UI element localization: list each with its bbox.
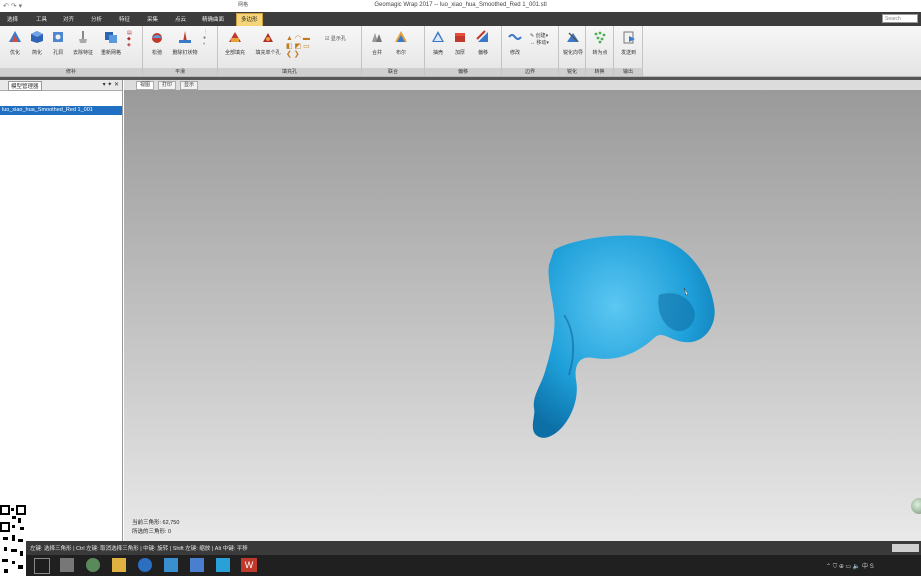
boundary-wave-icon: [508, 34, 522, 40]
tab-exact-surfaces[interactable]: 精确曲面: [202, 15, 224, 23]
start-icon[interactable]: [34, 558, 50, 574]
tab-features[interactable]: 特征: [119, 15, 130, 23]
modify-boundary-button[interactable]: 修改: [504, 30, 526, 56]
group-sharpen: 锐化向导 锐化: [559, 26, 586, 76]
app2-icon[interactable]: [164, 558, 178, 572]
tray-icons[interactable]: ⌃ ⛉ ⊕ ▭ 🔈 中 S: [826, 561, 874, 571]
smooth-extra-icons[interactable]: ⋮ ● ◐: [203, 29, 208, 47]
optimize-button[interactable]: 优化: [4, 30, 26, 56]
wps-icon[interactable]: W: [241, 558, 257, 572]
search-input[interactable]: Search: [882, 14, 918, 23]
group-combine: 合并 布尔 联合: [362, 26, 425, 76]
title-bar: ↶ ↷ ▾ 网格 Geomagic Wrap 2017 -- luo_xiao_…: [0, 0, 921, 12]
brush-icon: [79, 31, 87, 43]
tab-select[interactable]: 选择: [7, 15, 18, 23]
send-to-button[interactable]: 发送到: [616, 30, 641, 56]
mesh-holes-icon: [53, 32, 63, 42]
fill-all-button[interactable]: 全部填充: [222, 30, 248, 56]
mesh-render[interactable]: [124, 90, 921, 541]
tab-display[interactable]: 显示: [180, 81, 199, 90]
sharpen-wizard-icon: [567, 32, 579, 42]
remesh-button[interactable]: 重新网格: [98, 30, 124, 56]
group-convert: 转为点 转换: [586, 26, 614, 76]
panel-header: 模型管理器 ▾ ✦ ✕: [0, 80, 122, 91]
status-progress: [892, 544, 919, 552]
orientation-gizmo-icon[interactable]: [911, 498, 921, 514]
group-fill-holes: 全部填充 填充单个孔 ▲ ◠ ▬ ◧ ◩ ▭ ❮ ❯ ☑ 显示孔 填充孔: [218, 26, 362, 76]
pelvis-mesh-model[interactable]: [532, 235, 715, 438]
offset-icon: [476, 30, 488, 42]
app3-icon[interactable]: [190, 558, 204, 572]
tab-tools[interactable]: 工具: [36, 15, 47, 23]
panel-controls[interactable]: ▾ ✦ ✕: [103, 81, 119, 88]
group-smooth: 松弛 删除钉状物 ⋮ ● ◐ 平滑: [143, 26, 218, 76]
tab-align[interactable]: 对齐: [63, 15, 74, 23]
tab-print[interactable]: 打印: [158, 81, 177, 90]
small-tool-icons[interactable]: ▤ ◆ ◈: [127, 30, 132, 48]
app4-icon[interactable]: [216, 558, 230, 572]
remove-spikes-button[interactable]: 删除钉状物: [171, 30, 199, 56]
merge-icon: [372, 33, 382, 42]
model-tree-item[interactable]: luo_xiao_hua_Smoothed_Red 1_001: [0, 106, 122, 115]
model-manager-panel: 模型管理器 ▾ ✦ ✕ luo_xiao_hua_Smoothed_Red 1_…: [0, 80, 123, 541]
merge-button[interactable]: 合并: [366, 30, 388, 56]
browser-icon[interactable]: [138, 558, 152, 572]
boolean-icon: [395, 31, 407, 42]
windows-taskbar: W ⌃ ⛉ ⊕ ▭ 🔈 中 S: [0, 555, 921, 576]
group-output: 发送到 输出: [614, 26, 643, 76]
shell-button[interactable]: 抽壳: [427, 30, 449, 56]
fill-mode-icons[interactable]: ▲ ◠ ▬ ◧ ◩ ▭ ❮ ❯: [286, 34, 310, 58]
thicken-button[interactable]: 加厚: [449, 30, 471, 56]
status-bar: 左键: 选择三角形 | Ctrl 左键: 取消选择三角形 | 中键: 旋转 | …: [0, 541, 921, 555]
fill-single-icon: [263, 33, 273, 42]
group-repair: 优化 简化 孔洞 去除特征 重新网格 ▤ ◆ ◈ 修补: [0, 26, 143, 76]
to-points-button[interactable]: 转为点: [588, 30, 612, 56]
triangle-count-readout: 当前三角形: 62,750: [132, 520, 180, 526]
spikes-icon: [179, 31, 191, 43]
offset-button[interactable]: 偏移: [472, 30, 494, 56]
ribbon-panel: 优化 简化 孔洞 去除特征 重新网格 ▤ ◆ ◈ 修补 松弛 删除钉状物 ⋮ ●…: [0, 26, 921, 77]
group-offset: 抽壳 加厚 偏移 偏移: [425, 26, 502, 76]
tab-polygons[interactable]: 多边形: [236, 13, 263, 27]
to-points-icon: [594, 31, 606, 44]
fill-single-button[interactable]: 填充单个孔: [252, 30, 284, 56]
holes-button[interactable]: 孔洞: [47, 30, 69, 56]
simplify-button[interactable]: 简化: [26, 30, 48, 56]
fill-all-icon: [229, 32, 241, 42]
calculator-icon[interactable]: [60, 558, 74, 572]
remove-features-button[interactable]: 去除特征: [70, 30, 96, 56]
explorer-icon[interactable]: [112, 558, 126, 572]
remesh-icon: [105, 32, 117, 43]
selected-triangle-readout: 所选的三角形: 0: [132, 529, 172, 535]
thicken-icon: [455, 33, 465, 42]
qr-code-overlay: [0, 505, 26, 576]
window-title: Geomagic Wrap 2017 -- luo_xiao_hua_Smoot…: [374, 2, 547, 8]
tab-points[interactable]: 点云: [175, 15, 186, 23]
relax-icon: [152, 33, 162, 43]
status-hint-text: 左键: 选择三角形 | Ctrl 左键: 取消选择三角形 | 中键: 旋转 | …: [30, 546, 248, 552]
ribbon-tab-bar: 选择 工具 对齐 分析 特征 采集 点云 精确曲面 多边形 Search: [0, 12, 921, 27]
boolean-button[interactable]: 布尔: [390, 30, 412, 56]
boundary-small-options[interactable]: ✎ 创建▾ ↔ 移动▾: [530, 32, 549, 46]
tab-analysis[interactable]: 分析: [91, 15, 102, 23]
group-boundary: 修改 ✎ 创建▾ ↔ 移动▾ 边界: [502, 26, 559, 76]
shell-icon: [432, 31, 444, 42]
model-manager-tab[interactable]: 模型管理器: [8, 81, 42, 91]
optimize-icon: [9, 31, 21, 42]
relax-button[interactable]: 松弛: [146, 30, 168, 56]
tab-capture[interactable]: 采集: [147, 15, 158, 23]
show-holes-checkbox[interactable]: ☑ 显示孔: [325, 35, 346, 42]
cube-icon: [31, 31, 43, 43]
app-icon[interactable]: [86, 558, 100, 572]
tab-view[interactable]: 视图: [136, 81, 155, 90]
3d-viewport[interactable]: 当前三角形: 62,750 所选的三角形: 0: [124, 90, 921, 541]
sharpen-wizard-button[interactable]: 锐化向导: [561, 30, 585, 56]
send-to-icon: [623, 31, 635, 44]
